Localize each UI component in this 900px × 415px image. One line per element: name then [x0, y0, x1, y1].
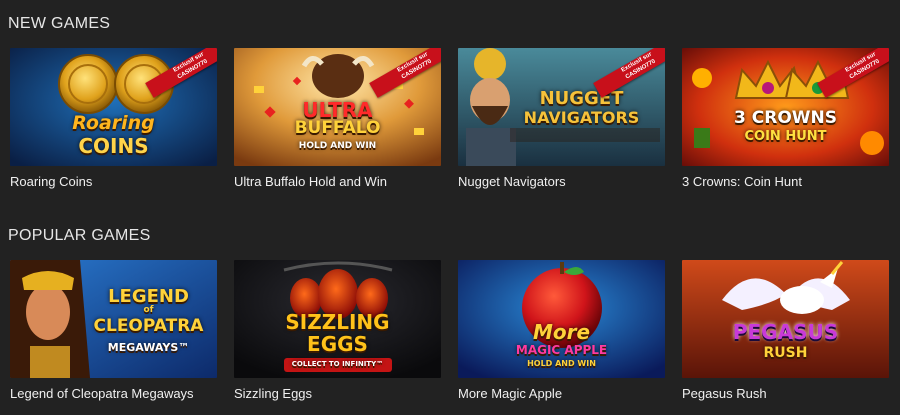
game-logo-line: COIN HUNT [744, 129, 827, 144]
game-title[interactable]: Sizzling Eggs [234, 386, 441, 401]
new-games-grid: Roaring COINS Exclusif sur CASINO770 Roar… [10, 48, 890, 189]
game-thumbnail[interactable]: ULTRA BUFFALO HOLD AND WIN Exclusif sur C… [234, 48, 441, 166]
game-card-ultra-buffalo[interactable]: ULTRA BUFFALO HOLD AND WIN Exclusif sur C… [234, 48, 441, 189]
popular-games-grid: LEGEND of CLEOPATRA MEGAWAYS™ Legend of … [10, 260, 890, 401]
game-logo-line: HOLD AND WIN [298, 141, 377, 151]
game-logo-line: BUFFALO [294, 118, 381, 138]
game-logo-line: LEGEND [108, 286, 189, 307]
game-card-legend-of-cleopatra[interactable]: LEGEND of CLEOPATRA MEGAWAYS™ Legend of … [10, 260, 217, 401]
game-logo-line: CLEOPATRA [93, 316, 204, 336]
game-thumbnail[interactable]: More MAGIC APPLE HOLD AND WIN [458, 260, 665, 378]
game-logo-line: HOLD AND WIN [527, 359, 596, 368]
game-logo-line: ULTRA [302, 98, 373, 122]
game-card-sizzling-eggs[interactable]: SIZZLING EGGS COLLECT TO INFINITY™ Sizzl… [234, 260, 441, 401]
section-title-new-games: NEW GAMES [8, 15, 111, 32]
game-thumbnail[interactable]: PEGASUS RUSH [682, 260, 889, 378]
game-logo-line: NAVIGATORS [523, 108, 640, 127]
game-logo-line: of [143, 305, 154, 315]
game-logo-line: COLLECT TO INFINITY™ [291, 360, 384, 368]
game-logo-line: 3 CROWNS [734, 108, 837, 128]
game-title[interactable]: Legend of Cleopatra Megaways [10, 386, 217, 401]
game-thumbnail[interactable]: Roaring COINS Exclusif sur CASINO770 [10, 48, 217, 166]
game-logo-line: RUSH [763, 345, 808, 361]
game-logo-line: MAGIC APPLE [515, 343, 608, 357]
game-thumbnail[interactable]: SIZZLING EGGS COLLECT TO INFINITY™ [234, 260, 441, 378]
game-title[interactable]: Roaring Coins [10, 174, 217, 189]
game-logo-line: More [532, 320, 591, 344]
game-title[interactable]: Ultra Buffalo Hold and Win [234, 174, 441, 189]
game-title[interactable]: 3 Crowns: Coin Hunt [682, 174, 889, 189]
game-card-pegasus-rush[interactable]: PEGASUS RUSH Pegasus Rush [682, 260, 889, 401]
game-logo-line: EGGS [307, 332, 368, 356]
game-logo-line: MEGAWAYS™ [107, 341, 190, 354]
game-thumbnail[interactable]: LEGEND of CLEOPATRA MEGAWAYS™ [10, 260, 217, 378]
game-card-roaring-coins[interactable]: Roaring COINS Exclusif sur CASINO770 Roar… [10, 48, 217, 189]
game-title[interactable]: Nugget Navigators [458, 174, 665, 189]
game-card-more-magic-apple[interactable]: More MAGIC APPLE HOLD AND WIN More Magic… [458, 260, 665, 401]
game-thumbnail[interactable]: 3 CROWNS COIN HUNT Exclusif sur CASINO770 [682, 48, 889, 166]
game-title[interactable]: More Magic Apple [458, 386, 665, 401]
game-title[interactable]: Pegasus Rush [682, 386, 889, 401]
game-logo-line: NUGGET [539, 88, 624, 109]
game-logo-line: COINS [78, 134, 149, 158]
game-thumbnail[interactable]: NUGGET NAVIGATORS Exclusif sur CASINO770 [458, 48, 665, 166]
game-logo-line: PEGASUS [732, 320, 839, 344]
game-card-nugget-navigators[interactable]: NUGGET NAVIGATORS Exclusif sur CASINO770 … [458, 48, 665, 189]
section-title-popular-games: POPULAR GAMES [8, 227, 151, 244]
game-card-3-crowns-coin-hunt[interactable]: 3 CROWNS COIN HUNT Exclusif sur CASINO770… [682, 48, 889, 189]
game-logo-line: Roaring [72, 112, 155, 134]
game-logo-line: SIZZLING [285, 310, 390, 334]
